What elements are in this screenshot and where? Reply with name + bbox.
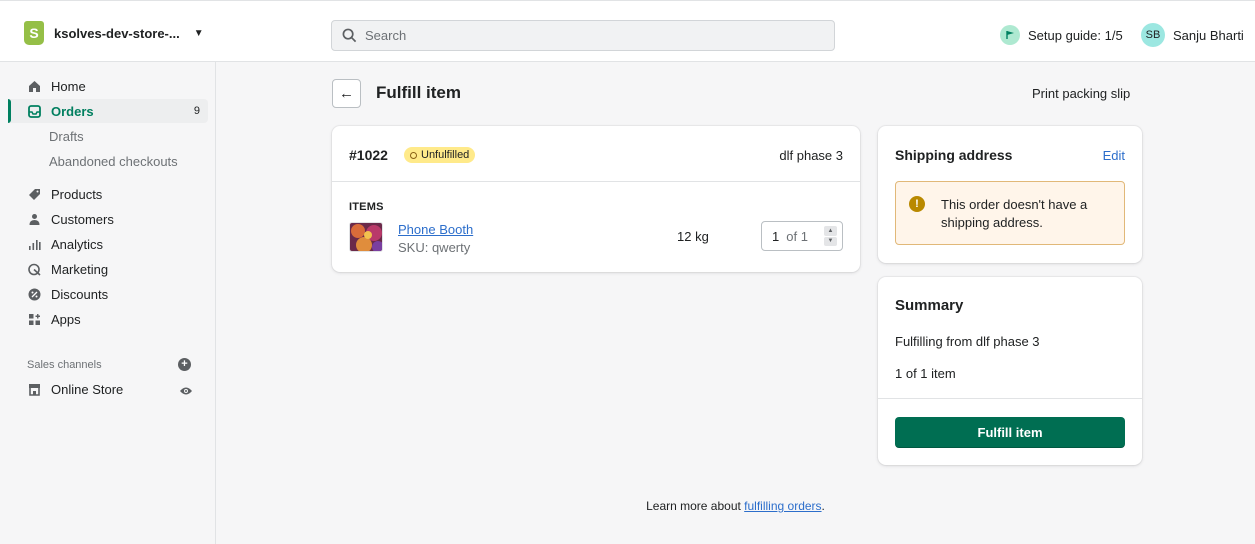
product-sku: SKU: qwerty bbox=[398, 240, 471, 255]
increment-icon[interactable]: ▲ bbox=[824, 226, 837, 236]
apps-icon bbox=[27, 312, 41, 326]
sidebar-item-products[interactable]: Products bbox=[8, 182, 208, 206]
product-weight: 12 kg bbox=[677, 229, 709, 244]
back-button[interactable]: ← bbox=[332, 79, 361, 108]
order-items-card: #1022 Unfulfilled dlf phase 3 ITEMS Phon… bbox=[332, 126, 860, 272]
setup-guide-button[interactable]: Setup guide: 1/5 bbox=[1000, 25, 1123, 45]
fulfillment-location: dlf phase 3 bbox=[779, 148, 843, 163]
orders-count-badge: 9 bbox=[193, 105, 200, 117]
tag-icon bbox=[27, 187, 41, 201]
inbox-icon bbox=[27, 104, 41, 118]
sidebar-label-discounts: Discounts bbox=[51, 286, 109, 302]
sidebar-item-orders[interactable]: Orders 9 bbox=[8, 99, 208, 123]
active-indicator bbox=[8, 99, 11, 123]
sidebar-item-online-store[interactable]: Online Store bbox=[8, 377, 208, 401]
sidebar-label-online-store: Online Store bbox=[51, 381, 124, 397]
divider bbox=[878, 398, 1142, 399]
setup-guide-label: Setup guide: 1/5 bbox=[1028, 27, 1123, 43]
edit-shipping-button[interactable]: Edit bbox=[1103, 148, 1125, 163]
sidebar-label-home: Home bbox=[51, 78, 86, 94]
top-bar: S ksolves-dev-store-... ▼ Search Setup g… bbox=[0, 0, 1255, 62]
shipping-address-card: Shipping address Edit ! This order doesn… bbox=[878, 126, 1142, 263]
person-icon bbox=[27, 212, 41, 226]
arrow-left-icon: ← bbox=[339, 85, 354, 102]
quantity-value: 1 bbox=[772, 228, 780, 244]
divider bbox=[332, 181, 860, 182]
order-number: #1022 bbox=[349, 147, 388, 163]
product-link[interactable]: Phone Booth bbox=[398, 222, 473, 237]
sidebar-label-analytics: Analytics bbox=[51, 236, 104, 252]
sidebar-item-customers[interactable]: Customers bbox=[8, 207, 208, 231]
sidebar-label-orders: Orders bbox=[51, 103, 94, 119]
search-icon bbox=[342, 28, 357, 43]
page-title: Fulfill item bbox=[376, 83, 461, 102]
unfulfilled-dot-icon bbox=[410, 151, 417, 159]
search-placeholder: Search bbox=[365, 28, 407, 43]
sidebar-item-home[interactable]: Home bbox=[8, 74, 208, 98]
store-switcher[interactable]: S ksolves-dev-store-... ▼ bbox=[24, 21, 204, 45]
footer-prefix: Learn more about bbox=[646, 499, 745, 513]
flag-icon bbox=[1000, 25, 1020, 45]
quantity-stepper[interactable]: 1 of 1 ▲ ▼ bbox=[761, 221, 843, 251]
print-packing-slip-button[interactable]: Print packing slip bbox=[1032, 86, 1130, 101]
avatar: SB bbox=[1141, 23, 1165, 47]
warning-text: This order doesn't have a shipping addre… bbox=[941, 197, 1088, 230]
summary-count: 1 of 1 item bbox=[895, 366, 956, 381]
sidebar: Home Orders 9 Drafts Abandoned checkouts… bbox=[8, 62, 216, 544]
quantity-spinner: ▲ ▼ bbox=[824, 226, 837, 246]
status-badge: Unfulfilled bbox=[404, 147, 476, 163]
store-icon bbox=[27, 382, 41, 396]
sidebar-item-abandoned-checkouts[interactable]: Abandoned checkouts bbox=[49, 154, 178, 169]
user-menu[interactable]: SB Sanju Bharti bbox=[1141, 23, 1244, 47]
bar-chart-icon bbox=[27, 237, 41, 251]
eye-icon[interactable] bbox=[179, 384, 193, 399]
no-address-banner: ! This order doesn't have a shipping add… bbox=[895, 181, 1125, 245]
add-sales-channel-icon[interactable]: + bbox=[178, 358, 191, 371]
shopify-logo-icon: S bbox=[24, 21, 44, 45]
sidebar-label-marketing: Marketing bbox=[51, 261, 109, 277]
caret-down-icon: ▼ bbox=[193, 27, 204, 39]
items-heading: ITEMS bbox=[349, 201, 384, 213]
summary-title: Summary bbox=[895, 297, 964, 314]
summary-location: Fulfilling from dlf phase 3 bbox=[895, 334, 1040, 349]
discount-icon bbox=[27, 287, 41, 301]
summary-card: Summary Fulfilling from dlf phase 3 1 of… bbox=[878, 277, 1142, 465]
product-thumbnail bbox=[349, 222, 383, 252]
footer-suffix: . bbox=[821, 499, 825, 513]
status-badge-label: Unfulfilled bbox=[421, 149, 470, 161]
quantity-total: of 1 bbox=[786, 228, 808, 244]
sales-channels-heading: Sales channels bbox=[27, 359, 102, 371]
search-input[interactable]: Search bbox=[331, 20, 835, 51]
fulfill-item-button[interactable]: Fulfill item bbox=[895, 417, 1125, 448]
sidebar-label-customers: Customers bbox=[51, 211, 114, 227]
sidebar-label-apps: Apps bbox=[51, 311, 81, 327]
sidebar-item-apps[interactable]: Apps bbox=[8, 307, 208, 331]
fulfilling-orders-link[interactable]: fulfilling orders bbox=[744, 499, 821, 513]
store-name: ksolves-dev-store-... bbox=[54, 25, 180, 41]
shipping-address-title: Shipping address bbox=[895, 147, 1013, 163]
home-icon bbox=[27, 79, 41, 93]
warning-icon: ! bbox=[909, 196, 925, 212]
sidebar-item-drafts[interactable]: Drafts bbox=[49, 129, 84, 144]
sidebar-item-discounts[interactable]: Discounts bbox=[8, 282, 208, 306]
sidebar-item-marketing[interactable]: Marketing bbox=[8, 257, 208, 281]
target-icon bbox=[27, 262, 41, 276]
decrement-icon[interactable]: ▼ bbox=[824, 236, 837, 246]
user-name: Sanju Bharti bbox=[1173, 27, 1244, 43]
footer-help: Learn more about fulfilling orders. bbox=[0, 499, 1255, 513]
sidebar-label-products: Products bbox=[51, 186, 103, 202]
sidebar-item-analytics[interactable]: Analytics bbox=[8, 232, 208, 256]
